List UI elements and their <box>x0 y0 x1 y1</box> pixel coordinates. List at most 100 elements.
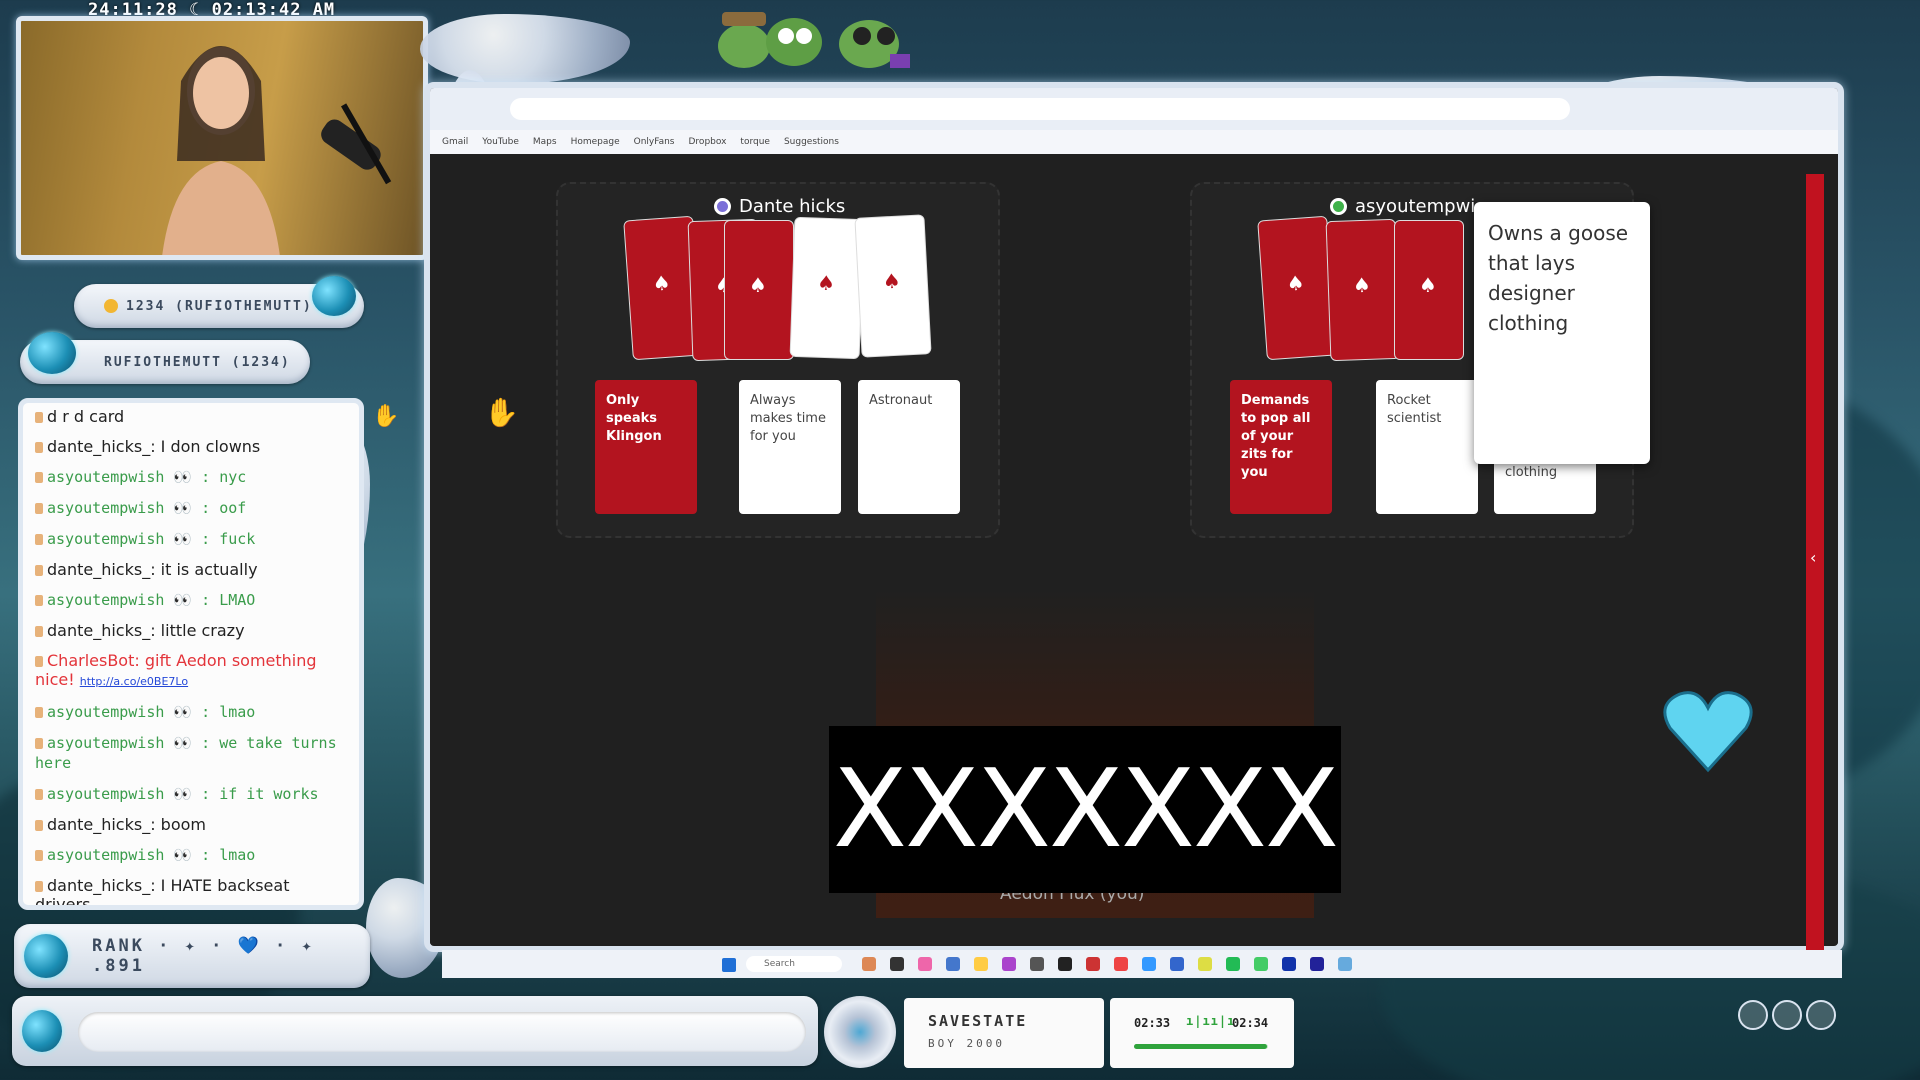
bottom-bar <box>12 996 818 1066</box>
user-badge-icon <box>35 565 43 576</box>
player-name-dante: Dante hicks <box>714 196 845 217</box>
answer-card[interactable]: Rocket scientist <box>1376 380 1478 514</box>
chat-message: asyoutempwish 👀 : if it works <box>35 784 349 804</box>
bottom-bar-track <box>78 1012 806 1052</box>
app-icon[interactable] <box>1170 957 1184 971</box>
answer-card[interactable]: Demands to pop all of your zits for you <box>1230 380 1332 514</box>
gem-icon <box>312 276 356 316</box>
rank-text: RANK · ✦ · 💙 · ✦ .891 <box>92 936 315 976</box>
app-icon[interactable] <box>1226 957 1240 971</box>
now-playing-disc-icon <box>824 996 896 1068</box>
app-icon[interactable] <box>890 957 904 971</box>
card-back: ♠ <box>724 220 794 360</box>
app-icon[interactable] <box>1002 957 1016 971</box>
app-icon[interactable] <box>974 957 988 971</box>
bookmark-item[interactable]: Gmail <box>442 137 468 147</box>
chat-username[interactable]: dante_hicks_ <box>47 815 150 834</box>
player-status-dot <box>714 198 731 215</box>
user-badge-icon <box>35 789 43 800</box>
user-badge-icon <box>35 534 43 545</box>
chat-message: asyoutempwish 👀 : lmao <box>35 702 349 722</box>
collapse-chevron-icon[interactable]: ‹ <box>1810 548 1816 567</box>
chat-text: 👀 : if it works <box>164 785 319 803</box>
app-icon[interactable] <box>1114 957 1128 971</box>
chat-username[interactable]: dante_hicks_ <box>47 876 150 895</box>
chat-text: : little crazy <box>150 621 245 640</box>
user-badge-icon <box>35 881 43 892</box>
chat-username[interactable]: CharlesBot <box>47 651 134 670</box>
app-icon[interactable] <box>918 957 932 971</box>
user-badge-icon <box>35 738 43 749</box>
start-icon[interactable] <box>722 958 736 972</box>
media-control-icon[interactable] <box>1772 1000 1802 1030</box>
app-icon[interactable] <box>1086 957 1100 971</box>
app-icon[interactable] <box>1142 957 1156 971</box>
app-icon[interactable] <box>1198 957 1212 971</box>
app-icon[interactable] <box>1030 957 1044 971</box>
heart-suit-icon: ♠ <box>1285 270 1306 296</box>
chat-link[interactable]: http://a.co/e0BE7Lo <box>80 675 188 688</box>
chat-username[interactable]: dante_hicks_ <box>47 621 150 640</box>
card-tooltip: Owns a goose that lays designer clothing <box>1474 202 1650 464</box>
media-control-icon[interactable] <box>1738 1000 1768 1030</box>
os-taskbar: Search <box>442 950 1842 978</box>
chat-text: 👀 : oof <box>164 499 247 517</box>
user-badge-icon <box>35 626 43 637</box>
answer-card[interactable]: Astronaut <box>858 380 960 514</box>
app-icon[interactable] <box>1254 957 1268 971</box>
answer-card[interactable]: Always makes time for you <box>739 380 841 514</box>
chat-username[interactable]: dante_hicks_ <box>47 560 150 579</box>
chat-username[interactable]: asyoutempwish <box>47 468 164 486</box>
now-playing-info: SAVESTATE BOY 2000 <box>904 998 1104 1068</box>
chat-message-list: d r d card dante_hicks_: I don clowns asyo… <box>35 407 349 905</box>
taskbar-search[interactable]: Search <box>746 956 842 972</box>
webcam-feed <box>16 16 428 260</box>
bookmark-item[interactable]: torque <box>740 137 770 147</box>
chat-text: 👀 : nyc <box>164 468 247 486</box>
card-back: ♠ <box>1394 220 1464 360</box>
app-icon[interactable] <box>1338 957 1352 971</box>
chat-message: asyoutempwish 👀 : oof <box>35 498 349 518</box>
track-artist: BOY 2000 <box>928 1037 1005 1050</box>
bookmark-item[interactable]: Suggestions <box>784 137 839 147</box>
chat-username[interactable]: dante_hicks_ <box>47 437 150 456</box>
chat-username[interactable]: asyoutempwish <box>47 734 164 752</box>
chat-panel[interactable]: d r d card dante_hicks_: I don clowns asyo… <box>18 398 364 910</box>
answer-card[interactable]: Only speaks Klingon <box>595 380 697 514</box>
user-badge-icon <box>35 595 43 606</box>
follow-badge-text: RUFIOTHEMUTT (1234) <box>104 354 291 370</box>
chat-message: asyoutempwish 👀 : fuck <box>35 529 349 549</box>
bookmark-item[interactable]: Homepage <box>571 137 620 147</box>
app-icon[interactable] <box>862 957 876 971</box>
microphone <box>321 91 401 211</box>
player-name-asyoutempwish: asyoutempwi <box>1330 196 1475 217</box>
app-icon[interactable] <box>1310 957 1324 971</box>
bookmark-item[interactable]: Maps <box>533 137 557 147</box>
track-progress[interactable] <box>1134 1044 1268 1049</box>
media-control-icon[interactable] <box>1806 1000 1836 1030</box>
heart-suit-icon: ♠ <box>749 273 767 297</box>
app-icon[interactable] <box>1282 957 1296 971</box>
chat-username[interactable]: d r d card <box>47 407 124 426</box>
app-icon[interactable] <box>1058 957 1072 971</box>
chat-message: dante_hicks_: it is actually <box>35 560 349 579</box>
bookmark-item[interactable]: Dropbox <box>689 137 727 147</box>
heart-suit-icon: ♠ <box>651 270 672 296</box>
bookmark-item[interactable]: YouTube <box>482 137 519 147</box>
app-icon[interactable] <box>946 957 960 971</box>
chat-username[interactable]: asyoutempwish <box>47 499 164 517</box>
chat-username[interactable]: asyoutempwish <box>47 785 164 803</box>
bookmark-item[interactable]: OnlyFans <box>634 137 675 147</box>
cursor-hand-icon: ✋ <box>484 396 519 429</box>
chat-username[interactable]: asyoutempwish <box>47 591 164 609</box>
address-bar[interactable] <box>510 98 1570 120</box>
chat-username[interactable]: asyoutempwish <box>47 703 164 721</box>
track-title: SAVESTATE <box>928 1012 1028 1030</box>
coin-icon <box>104 299 118 313</box>
bookmarks-bar: Gmail YouTube Maps Homepage OnlyFans Dro… <box>430 130 1838 154</box>
chat-username[interactable]: asyoutempwish <box>47 530 164 548</box>
chat-username[interactable]: asyoutempwish <box>47 846 164 864</box>
heart-suit-icon: ♠ <box>882 268 902 294</box>
gem-icon <box>24 934 68 978</box>
chat-message: dante_hicks_: boom <box>35 815 349 834</box>
